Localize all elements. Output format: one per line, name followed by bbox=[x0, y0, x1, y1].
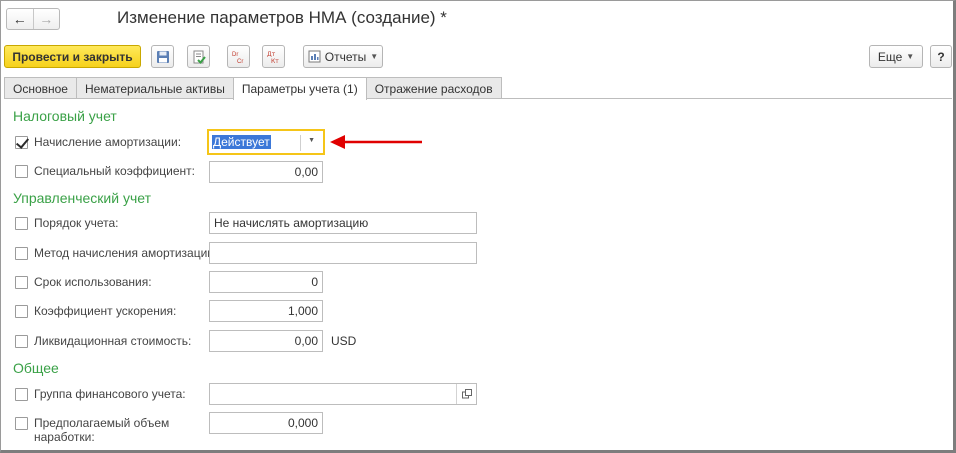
section-general-heading: Общее bbox=[13, 360, 59, 376]
accounting-order-label: Порядок учета: bbox=[34, 216, 119, 230]
section-tax-heading: Налоговый учет bbox=[13, 108, 117, 124]
row-volume: Предполагаемый объем наработки: bbox=[15, 416, 169, 444]
tab-accounting-params[interactable]: Параметры учета (1) bbox=[232, 77, 367, 100]
reports-label: Отчеты bbox=[324, 49, 367, 64]
accounting-order-field[interactable]: Не начислять амортизацию bbox=[209, 212, 477, 234]
tab-bar: Основное Нематериальные активы Параметры… bbox=[4, 77, 502, 100]
more-label: Еще bbox=[877, 49, 903, 64]
select-divider bbox=[300, 135, 301, 151]
special-coef-checkbox[interactable] bbox=[15, 164, 28, 178]
tab-divider bbox=[4, 98, 952, 99]
row-useful-life: Срок использования: bbox=[15, 275, 152, 289]
save-icon bbox=[156, 50, 169, 63]
accel-coef-label: Коэффициент ускорения: bbox=[34, 304, 177, 318]
chevron-down-icon[interactable]: ▼ bbox=[308, 137, 315, 144]
method-field[interactable] bbox=[209, 242, 477, 264]
row-special-coef: Специальный коэффициент: bbox=[15, 164, 195, 178]
depreciation-select-value: Действует bbox=[212, 135, 271, 149]
liquidation-field[interactable]: 0,00 bbox=[209, 330, 323, 352]
dr-cr-button[interactable]: Dr Cr bbox=[227, 45, 250, 68]
dt-kt-icon: Дт Кт bbox=[267, 51, 279, 64]
volume-label-line1: Предполагаемый объем bbox=[34, 416, 170, 430]
tab-expense-reflection[interactable]: Отражение расходов bbox=[365, 77, 502, 99]
document-post-icon bbox=[193, 50, 206, 64]
svg-text:Dr: Dr bbox=[232, 52, 238, 58]
open-window-icon[interactable] bbox=[456, 384, 476, 404]
row-method: Метод начисления амортизации: bbox=[15, 246, 217, 260]
special-coef-label: Специальный коэффициент: bbox=[34, 164, 195, 178]
volume-label-line2: наработки: bbox=[34, 430, 95, 444]
useful-life-checkbox[interactable] bbox=[15, 275, 28, 289]
help-button[interactable]: ? bbox=[930, 45, 952, 68]
back-arrow-icon[interactable]: ← bbox=[7, 9, 34, 29]
svg-text:Cr: Cr bbox=[237, 59, 243, 64]
reports-icon bbox=[308, 50, 321, 63]
forward-arrow-icon[interactable]: → bbox=[34, 9, 60, 29]
row-accel-coef: Коэффициент ускорения: bbox=[15, 304, 176, 318]
special-coef-field[interactable]: 0,00 bbox=[209, 161, 323, 183]
annotation-arrow-icon bbox=[330, 135, 422, 149]
chevron-down-icon: ▼ bbox=[370, 52, 379, 61]
volume-field[interactable]: 0,000 bbox=[209, 412, 323, 434]
tab-main[interactable]: Основное bbox=[4, 77, 77, 99]
liquidation-label: Ликвидационная стоимость: bbox=[34, 334, 192, 348]
fin-group-checkbox[interactable] bbox=[15, 387, 28, 401]
depreciation-checkbox[interactable] bbox=[15, 135, 28, 149]
dr-cr-icon: Dr Cr bbox=[232, 52, 243, 64]
more-button[interactable]: Еще ▼ bbox=[869, 45, 923, 68]
post-and-close-button[interactable]: Провести и закрыть bbox=[4, 45, 141, 68]
method-checkbox[interactable] bbox=[15, 246, 28, 260]
accel-coef-field[interactable]: 1,000 bbox=[209, 300, 323, 322]
page-title: Изменение параметров НМА (создание) * bbox=[117, 8, 447, 27]
reports-button[interactable]: Отчеты ▼ bbox=[303, 45, 383, 68]
depreciation-label: Начисление амортизации: bbox=[34, 135, 182, 149]
depreciation-select[interactable]: Действует ▼ bbox=[207, 129, 325, 155]
liquidation-currency: USD bbox=[331, 334, 357, 348]
svg-text:Дт: Дт bbox=[267, 51, 276, 58]
fin-group-field[interactable] bbox=[209, 383, 477, 405]
navigation-buttons: ← → bbox=[6, 8, 60, 30]
window-frame bbox=[0, 0, 956, 453]
row-liquidation: Ликвидационная стоимость: bbox=[15, 334, 191, 348]
post-button[interactable] bbox=[187, 45, 210, 68]
accel-coef-checkbox[interactable] bbox=[15, 304, 28, 318]
fin-group-label: Группа финансового учета: bbox=[34, 387, 186, 401]
volume-label: Предполагаемый объем наработки: bbox=[34, 416, 169, 444]
tab-intangible-assets[interactable]: Нематериальные активы bbox=[75, 77, 234, 99]
useful-life-field[interactable]: 0 bbox=[209, 271, 323, 293]
method-label: Метод начисления амортизации: bbox=[34, 246, 218, 260]
dt-kt-button[interactable]: Дт Кт bbox=[262, 45, 285, 68]
accounting-order-checkbox[interactable] bbox=[15, 216, 28, 230]
svg-text:Кт: Кт bbox=[271, 58, 279, 64]
volume-checkbox[interactable] bbox=[15, 417, 28, 430]
useful-life-label: Срок использования: bbox=[34, 275, 152, 289]
row-depreciation: Начисление амортизации: bbox=[15, 135, 181, 149]
section-management-heading: Управленческий учет bbox=[13, 190, 151, 206]
save-button[interactable] bbox=[151, 45, 174, 68]
row-accounting-order: Порядок учета: bbox=[15, 216, 119, 230]
row-fin-group: Группа финансового учета: bbox=[15, 387, 186, 401]
chevron-down-icon: ▼ bbox=[906, 52, 915, 61]
liquidation-checkbox[interactable] bbox=[15, 334, 28, 348]
